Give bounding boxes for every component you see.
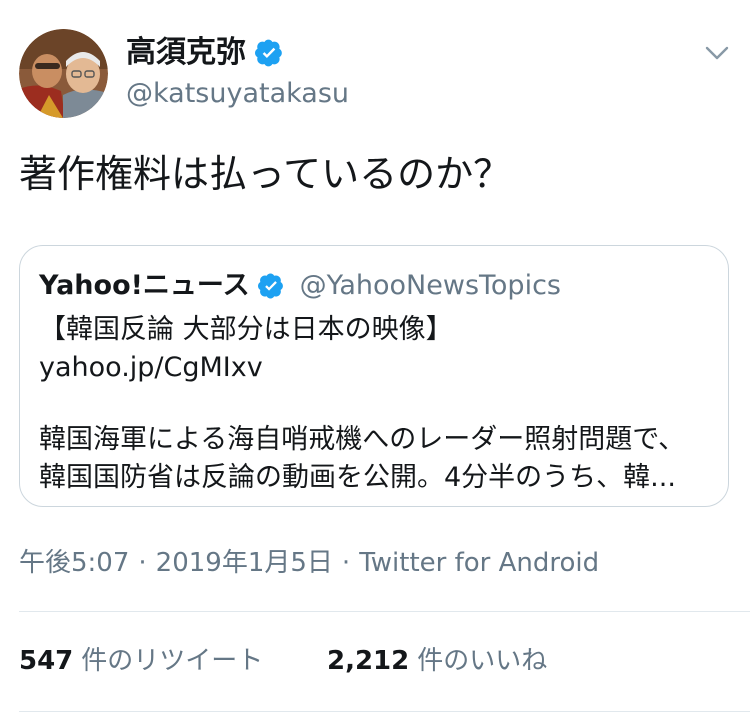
avatar-photo [19, 29, 108, 118]
likes-label: 件のいいね [417, 646, 548, 676]
author-avatar[interactable] [19, 29, 108, 118]
likes-stat[interactable]: 2,212 件のいいね [327, 643, 547, 679]
quoted-author-handle: @YahooNewsTopics [299, 270, 561, 301]
tweet-time[interactable]: 午後5:07 [19, 548, 129, 578]
meta-separator: · [138, 548, 147, 578]
author-handle[interactable]: @katsuyatakasu [126, 76, 349, 112]
quoted-tweet-body-line: 韓国海軍による海自哨戒機へのレーダー照射問題で、 [39, 424, 686, 455]
divider [19, 611, 750, 612]
likes-count: 2,212 [327, 646, 410, 676]
quoted-tweet-body-line: 韓国国防省は反論の動画を公開。4分半のうち、韓... [39, 462, 676, 493]
quoted-author-name: Yahoo!ニュース [39, 270, 250, 301]
retweets-count: 547 [19, 646, 74, 676]
chevron-down-icon[interactable] [704, 40, 730, 66]
tweet-detail-page: 高須克弥 @katsuyatakasu 著作権料は払っているのか？ Yahoo!… [0, 0, 750, 724]
quoted-tweet-title: 【韓国反論 大部分は日本の映像】 [39, 314, 453, 345]
tweet-source[interactable]: Twitter for Android [359, 548, 599, 578]
retweets-label: 件のリツイート [81, 646, 264, 676]
verified-badge-icon [257, 273, 284, 299]
meta-separator: · [341, 548, 351, 578]
tweet-metadata: 午後5:07 · 2019年1月5日 · Twitter for Android [19, 545, 599, 581]
tweet-text: 著作権料は払っているのか？ [19, 152, 512, 196]
tweet-date[interactable]: 2019年1月5日 [156, 548, 333, 578]
divider [19, 711, 750, 712]
verified-badge-icon [255, 39, 283, 67]
author-name-row[interactable]: 高須克弥 [126, 33, 283, 73]
quoted-tweet-card[interactable]: Yahoo!ニュース @YahooNewsTopics 【韓国反論 大部分は日本… [19, 245, 729, 507]
quoted-tweet-link[interactable]: yahoo.jp/CgMIxv [39, 350, 263, 386]
retweets-stat[interactable]: 547 件のリツイート [19, 643, 263, 679]
quoted-tweet-header: Yahoo!ニュース @YahooNewsTopics [39, 268, 561, 304]
author-display-name[interactable]: 高須克弥 [126, 33, 246, 73]
